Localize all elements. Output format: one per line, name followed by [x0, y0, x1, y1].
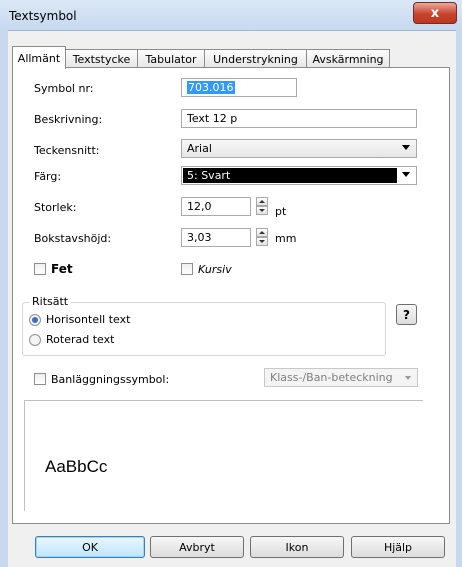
roterad-label: Roterad text [46, 333, 115, 346]
cancel-button-label: Avbryt [179, 540, 215, 554]
tab-tabulator-label: Tabulator [145, 52, 197, 66]
tab-understrykning[interactable]: Understrykning [204, 49, 307, 68]
roterad-radio[interactable] [29, 334, 41, 346]
banlaggning-select-value: Klass-/Ban-beteckning [270, 371, 393, 384]
banlaggning-label: Banläggningssymbol: [51, 373, 170, 386]
symbol-nr-label: Symbol nr: [34, 82, 94, 95]
help-button-label: Hjälp [383, 540, 413, 554]
banlaggning-select[interactable]: Klass-/Ban-beteckning [264, 368, 418, 387]
beskrivning-input[interactable]: Text 12 p [181, 109, 417, 128]
storlek-stepper[interactable] [256, 197, 268, 216]
bokstavshojd-unit: mm [275, 232, 297, 245]
teckensnitt-value: Arial [187, 142, 212, 155]
horisontell-radio[interactable] [29, 314, 41, 326]
ritsatt-group [22, 302, 386, 356]
close-icon: x [430, 5, 440, 21]
tab-allmant-label: Allmänt [17, 51, 61, 65]
storlek-value: 12,0 [187, 200, 212, 213]
beskrivning-label: Beskrivning: [34, 113, 103, 126]
bokstavshojd-input[interactable]: 3,03 [181, 228, 251, 247]
cancel-button[interactable]: Avbryt [150, 536, 244, 558]
icon-button-label: Ikon [285, 540, 309, 554]
storlek-input[interactable]: 12,0 [181, 197, 251, 216]
teckensnitt-label: Teckensnitt: [34, 144, 100, 157]
horisontell-label: Horisontell text [46, 313, 131, 326]
kursiv-checkbox[interactable] [181, 263, 193, 275]
window-title: Textsymbol [9, 9, 77, 23]
stepper-up-icon[interactable] [256, 197, 268, 206]
teckensnitt-select[interactable]: Arial [181, 139, 417, 158]
kursiv-label: Kursiv [198, 263, 232, 276]
ritsatt-legend: Ritsätt [29, 295, 72, 308]
stepper-down-icon[interactable] [256, 237, 268, 246]
tab-textstycke-label: Textstycke [72, 52, 131, 66]
stepper-up-icon[interactable] [256, 228, 268, 237]
tab-avskarmning-label: Avskärmning [312, 52, 384, 66]
ok-button-label: OK [82, 540, 98, 554]
bokstavshojd-stepper[interactable] [256, 228, 268, 247]
tab-allmant[interactable]: Allmänt [12, 46, 66, 69]
farg-value: 5: Svart [183, 168, 397, 183]
symbol-nr-value: 703.016 [187, 81, 235, 94]
farg-select[interactable]: 5: Svart [181, 166, 417, 185]
help-button[interactable]: Hjälp [351, 536, 445, 558]
question-icon: ? [403, 307, 410, 322]
icon-button[interactable]: Ikon [250, 536, 344, 558]
banlaggning-checkbox[interactable] [34, 373, 46, 385]
storlek-label: Storlek: [34, 201, 77, 214]
window-right-border [456, 30, 462, 567]
beskrivning-value: Text 12 p [187, 112, 238, 125]
close-button[interactable]: x [413, 2, 457, 24]
help-question-button[interactable]: ? [396, 304, 417, 325]
bokstavshojd-label: Bokstavshöjd: [34, 232, 112, 245]
fet-label: Fet [51, 262, 73, 276]
tab-tabulator[interactable]: Tabulator [137, 49, 205, 68]
chevron-down-icon [402, 172, 410, 177]
tab-understrykning-label: Understrykning [213, 52, 298, 66]
tab-textstycke[interactable]: Textstycke [65, 49, 138, 68]
window-left-border [0, 30, 8, 567]
bokstavshojd-value: 3,03 [187, 231, 212, 244]
farg-label: Färg: [34, 170, 62, 183]
ok-button[interactable]: OK [35, 536, 145, 558]
tab-avskarmning[interactable]: Avskärmning [306, 49, 390, 68]
chevron-down-icon [405, 376, 411, 380]
storlek-unit: pt [275, 205, 287, 218]
text-preview-area [24, 400, 423, 511]
chevron-down-icon [402, 145, 410, 150]
symbol-nr-input[interactable]: 703.016 [181, 78, 297, 97]
fet-checkbox[interactable] [34, 263, 46, 275]
preview-sample-text: AaBbCc [45, 457, 108, 476]
stepper-down-icon[interactable] [256, 206, 268, 215]
